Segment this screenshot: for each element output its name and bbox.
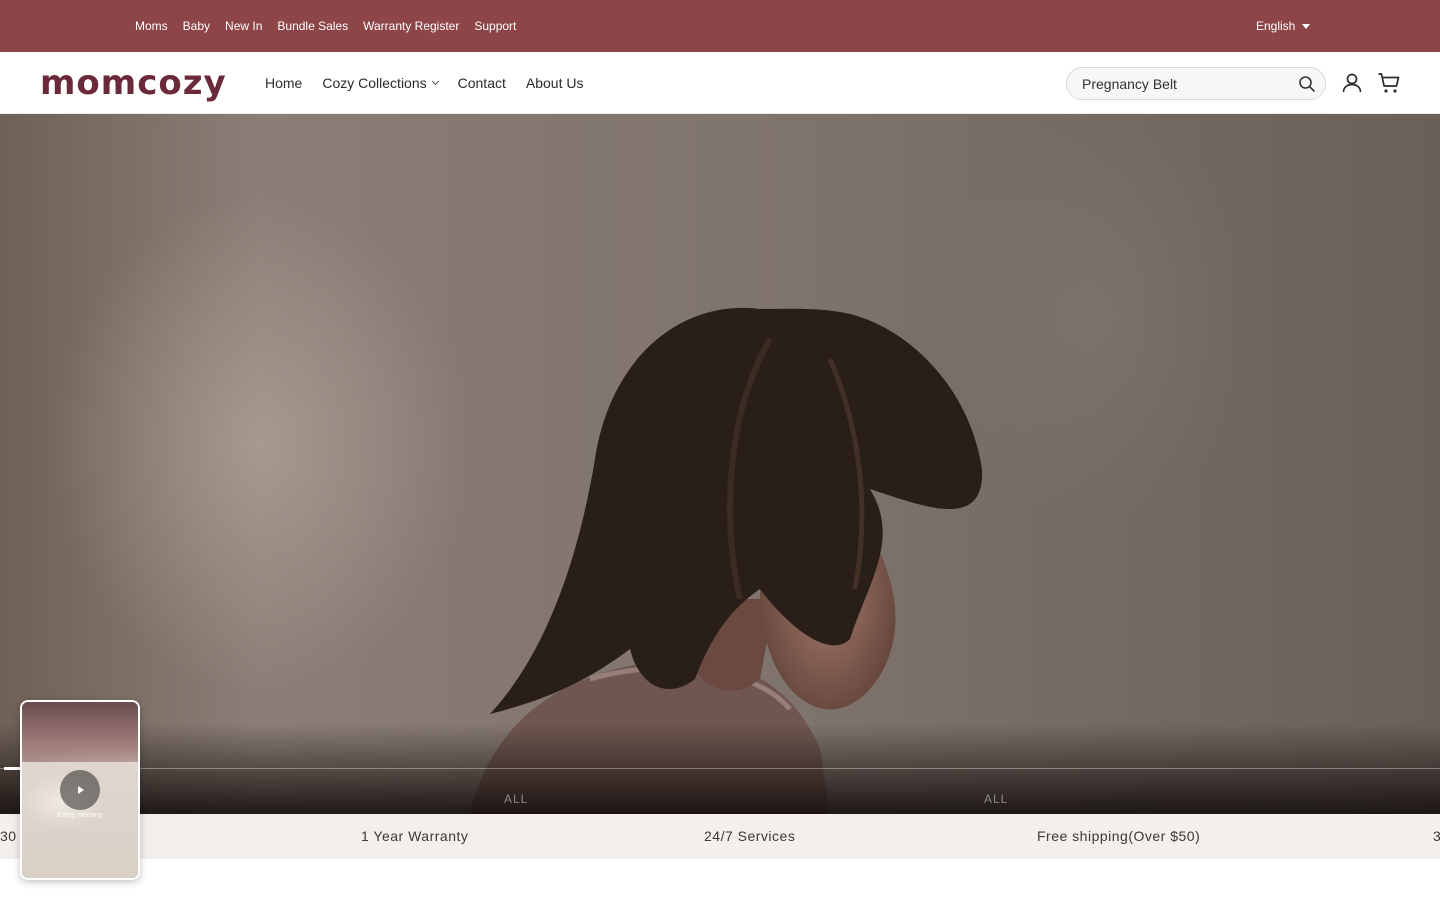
benefit-item: 1 Year Warranty [361,828,469,844]
nav-home[interactable]: Home [265,75,302,91]
benefit-item: 24/7 Services [704,828,796,844]
utility-link-new-in[interactable]: New In [225,19,262,33]
hero-tab-all-2[interactable]: ALL [984,792,1008,806]
play-icon [78,786,84,794]
nav-about-us-label: About Us [525,75,584,91]
benefit-item: 3 [1433,828,1440,844]
search-input[interactable] [1067,75,1287,92]
main-header: momcozy Home Cozy Collections Contact Ab… [0,52,1440,114]
nav-contact-label: Contact [457,75,506,91]
floating-video-card[interactable]: Every morning [20,700,140,880]
caret-down-icon [1302,23,1311,29]
hero-gradient-overlay [0,724,1440,814]
brand-logo-text: momcozy [40,63,227,103]
utility-link-moms[interactable]: Moms [135,19,168,33]
hero-tab-all-1[interactable]: ALL [504,792,528,806]
utility-link-baby[interactable]: Baby [183,19,210,33]
utility-nav: Moms Baby New In Bundle Sales Warranty R… [135,0,516,52]
hero-progress-fill [4,767,20,770]
nav-home-label: Home [265,75,303,91]
search-icon[interactable] [1298,75,1316,93]
main-nav: Home Cozy Collections Contact About Us [265,52,583,114]
search-box [1066,67,1326,100]
utility-link-warranty-register[interactable]: Warranty Register [363,19,459,33]
account-icon[interactable] [1340,71,1364,95]
play-button[interactable] [60,770,100,810]
language-label: English [1256,19,1296,33]
chevron-down-icon [431,77,439,86]
utility-link-bundle-sales[interactable]: Bundle Sales [277,19,348,33]
video-caption: Every morning [57,812,103,819]
cart-icon[interactable] [1377,71,1401,95]
nav-about-us[interactable]: About Us [526,75,584,91]
hero-video[interactable]: ALL ALL [0,114,1440,814]
brand-logo[interactable]: momcozy [40,63,227,103]
hero-progress-track [0,768,1440,769]
nav-contact[interactable]: Contact [458,75,506,91]
benefits-marquee: 30 … 1 Year Warranty 24/7 Services Free … [0,814,1440,859]
language-selector[interactable]: English [1256,0,1311,52]
nav-cozy-collections[interactable]: Cozy Collections [322,75,439,91]
utility-bar: Moms Baby New In Bundle Sales Warranty R… [0,0,1440,52]
benefit-item: Free shipping(Over $50) [1037,828,1201,844]
utility-link-support[interactable]: Support [474,19,516,33]
nav-cozy-collections-label: Cozy Collections [322,75,427,91]
